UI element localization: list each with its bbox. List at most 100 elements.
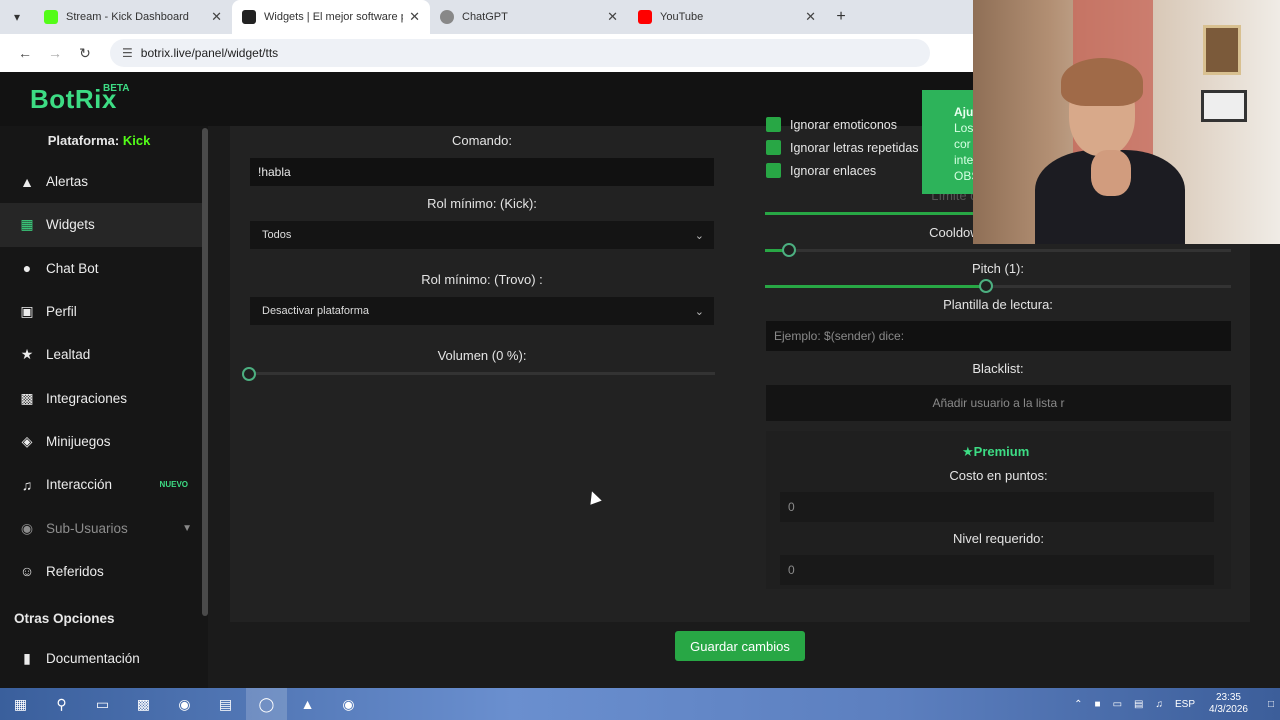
wall-picture bbox=[1203, 25, 1241, 75]
ignore-links-checkbox[interactable]: Ignorar enlaces bbox=[766, 163, 876, 178]
sidebar-nav: ▲ Alertas ▦ Widgets ● Chat Bot ▣ Perfil … bbox=[0, 160, 208, 593]
sidebar: Plataforma: Kick ▲ Alertas ▦ Widgets ● C… bbox=[0, 126, 208, 688]
chrome-icon[interactable]: ◯ bbox=[246, 688, 287, 720]
tab-search-icon[interactable]: ▾ bbox=[0, 0, 34, 34]
sidebar-item-integraciones[interactable]: ▩ Integraciones bbox=[0, 376, 208, 419]
sidebar-item-widgets[interactable]: ▦ Widgets bbox=[0, 203, 208, 247]
task-view-icon[interactable]: ▭ bbox=[82, 688, 123, 720]
notifications-icon[interactable]: □ bbox=[1268, 699, 1274, 710]
reload-icon[interactable]: ↻ bbox=[70, 45, 100, 62]
forward-icon[interactable]: → bbox=[40, 45, 70, 61]
network-icon[interactable]: ▤ bbox=[1134, 699, 1143, 710]
select-value: Desactivar plataforma bbox=[262, 305, 369, 317]
checkbox-checked-icon bbox=[766, 117, 781, 132]
docs-icon: ▮ bbox=[23, 650, 31, 667]
sidebar-item-label: Documentación bbox=[46, 651, 140, 667]
brave-icon[interactable]: ▲ bbox=[287, 688, 328, 720]
file-explorer-icon[interactable]: ▤ bbox=[205, 688, 246, 720]
sidebar-item-chat-bot[interactable]: ● Chat Bot bbox=[0, 247, 208, 290]
sidebar-item-minijuegos[interactable]: ◈ Minijuegos bbox=[0, 420, 208, 463]
notification-toast[interactable]: Aju Los cor inte OBS bbox=[922, 90, 974, 194]
platform-indicator: Plataforma: Kick bbox=[47, 133, 151, 148]
sidebar-item-label: Chat Bot bbox=[46, 260, 99, 276]
cooldown-slider-track[interactable] bbox=[765, 249, 1231, 252]
browser-tab-youtube[interactable]: YouTube ✕ bbox=[628, 0, 826, 34]
pitch-slider-fill[interactable] bbox=[765, 285, 986, 288]
chevron-down-icon: ▼ bbox=[182, 522, 192, 534]
profile-icon: ▣ bbox=[20, 303, 34, 320]
windows-start-icon[interactable]: ▦ bbox=[0, 688, 41, 720]
url-field[interactable]: ☰ botrix.live/panel/widget/tts bbox=[110, 39, 930, 67]
obs-icon[interactable]: ◉ bbox=[328, 688, 369, 720]
close-tab-icon[interactable]: ✕ bbox=[607, 9, 618, 25]
platform-value: Kick bbox=[122, 133, 151, 148]
premium-section: ★Premium Costo en puntos: 0 Nivel requer… bbox=[766, 431, 1231, 589]
music-icon: ♫ bbox=[21, 476, 33, 493]
site-settings-icon[interactable]: ☰ bbox=[122, 46, 133, 60]
ignore-emoticons-checkbox[interactable]: Ignorar emoticonos bbox=[766, 117, 897, 132]
chat-icon: ● bbox=[22, 260, 32, 277]
sidebar-item-referidos[interactable]: ☺ Referidos bbox=[0, 550, 208, 593]
sidebar-item-lealtad[interactable]: ★ Lealtad bbox=[0, 333, 208, 376]
chevron-down-icon: ⌄ bbox=[694, 305, 704, 318]
discord-icon[interactable]: ◉ bbox=[164, 688, 205, 720]
alert-icon: ▲ bbox=[20, 173, 34, 190]
search-icon[interactable]: ⚲ bbox=[41, 688, 82, 720]
reading-template-input[interactable]: Ejemplo: $(sender) dice: bbox=[766, 321, 1231, 351]
users-icon: ◉ bbox=[20, 519, 34, 536]
close-tab-icon[interactable]: ✕ bbox=[805, 9, 816, 25]
level-input[interactable]: 0 bbox=[780, 555, 1214, 585]
volume-label: Volumen (0 %): bbox=[437, 348, 527, 363]
store-icon[interactable]: ▩ bbox=[123, 688, 164, 720]
browser-tab-kick[interactable]: Stream - Kick Dashboard ✕ bbox=[34, 0, 232, 34]
system-tray: ⌃ ■ ▭ ▤ ♫ ESP 23:35 4/3/2026 □ bbox=[1068, 688, 1280, 720]
back-icon[interactable]: ← bbox=[10, 45, 40, 61]
tts-settings-left-panel: Comando: !habla Rol mínimo: (Kick): Todo… bbox=[230, 126, 728, 622]
display-icon[interactable]: ▭ bbox=[1113, 699, 1122, 710]
blacklist-input[interactable]: Añadir usuario a la lista r bbox=[766, 385, 1231, 421]
referrals-icon: ☺ bbox=[19, 563, 35, 580]
cooldown-slider-thumb[interactable] bbox=[782, 243, 796, 257]
language-indicator[interactable]: ESP bbox=[1175, 699, 1195, 710]
pitch-slider-thumb[interactable] bbox=[979, 279, 993, 293]
sidebar-item-alertas[interactable]: ▲ Alertas bbox=[0, 160, 208, 203]
tab-title: ChatGPT bbox=[462, 11, 508, 23]
select-value: Todos bbox=[262, 229, 292, 241]
sidebar-item-label: Integraciones bbox=[46, 390, 128, 406]
tray-app-icon[interactable]: ■ bbox=[1095, 699, 1101, 710]
save-changes-button[interactable]: Guardar cambios bbox=[675, 631, 805, 661]
pitch-label: Pitch (1): bbox=[971, 261, 1024, 276]
sidebar-item-label: Perfil bbox=[46, 304, 77, 320]
widgets-icon: ▦ bbox=[20, 216, 34, 233]
beta-badge: BETA bbox=[103, 83, 130, 94]
browser-tab-chatgpt[interactable]: ChatGPT ✕ bbox=[430, 0, 628, 34]
youtube-favicon-icon bbox=[638, 10, 652, 24]
cost-input[interactable]: 0 bbox=[780, 492, 1214, 522]
chevron-up-icon[interactable]: ⌃ bbox=[1074, 699, 1082, 710]
sidebar-item-label: Widgets bbox=[46, 217, 95, 233]
limit-slider-fill[interactable] bbox=[765, 212, 975, 215]
chatgpt-favicon-icon bbox=[440, 10, 454, 24]
sidebar-item-documentacion[interactable]: ▮ Documentación bbox=[0, 637, 208, 680]
volume-slider-track[interactable] bbox=[249, 372, 715, 375]
min-role-kick-select[interactable]: Todos ⌄ bbox=[250, 221, 714, 249]
ignore-repeated-letters-checkbox[interactable]: Ignorar letras repetidas bbox=[766, 140, 919, 155]
wall-frame bbox=[1201, 90, 1247, 122]
command-input[interactable]: !habla bbox=[250, 158, 714, 186]
sidebar-item-perfil[interactable]: ▣ Perfil bbox=[0, 290, 208, 333]
sidebar-item-label: Alertas bbox=[46, 174, 89, 190]
chevron-down-icon: ⌄ bbox=[694, 229, 704, 242]
new-tab-icon[interactable]: + bbox=[826, 8, 856, 26]
browser-tab-widgets[interactable]: Widgets | El mejor software par ✕ bbox=[232, 0, 430, 34]
volume-icon[interactable]: ♫ bbox=[1156, 699, 1164, 710]
volume-slider-thumb[interactable] bbox=[242, 367, 256, 381]
new-badge: NUEVO bbox=[159, 480, 188, 490]
windows-taskbar: ▦ ⚲ ▭ ▩ ◉ ▤ ◯ ▲ ◉ ⌃ ■ ▭ ▤ ♫ ESP 23:35 4/… bbox=[0, 688, 1280, 720]
min-role-trovo-select[interactable]: Desactivar plataforma ⌄ bbox=[250, 297, 714, 325]
close-tab-icon[interactable]: ✕ bbox=[211, 9, 222, 25]
sidebar-item-sub-usuarios[interactable]: ◉ Sub-Usuarios ▼ bbox=[0, 506, 208, 549]
close-tab-icon[interactable]: ✕ bbox=[409, 9, 420, 25]
webcam-overlay bbox=[973, 0, 1280, 244]
sidebar-item-interaccion[interactable]: ♫ Interacción NUEVO bbox=[0, 463, 208, 506]
clock[interactable]: 23:35 4/3/2026 bbox=[1209, 692, 1248, 716]
